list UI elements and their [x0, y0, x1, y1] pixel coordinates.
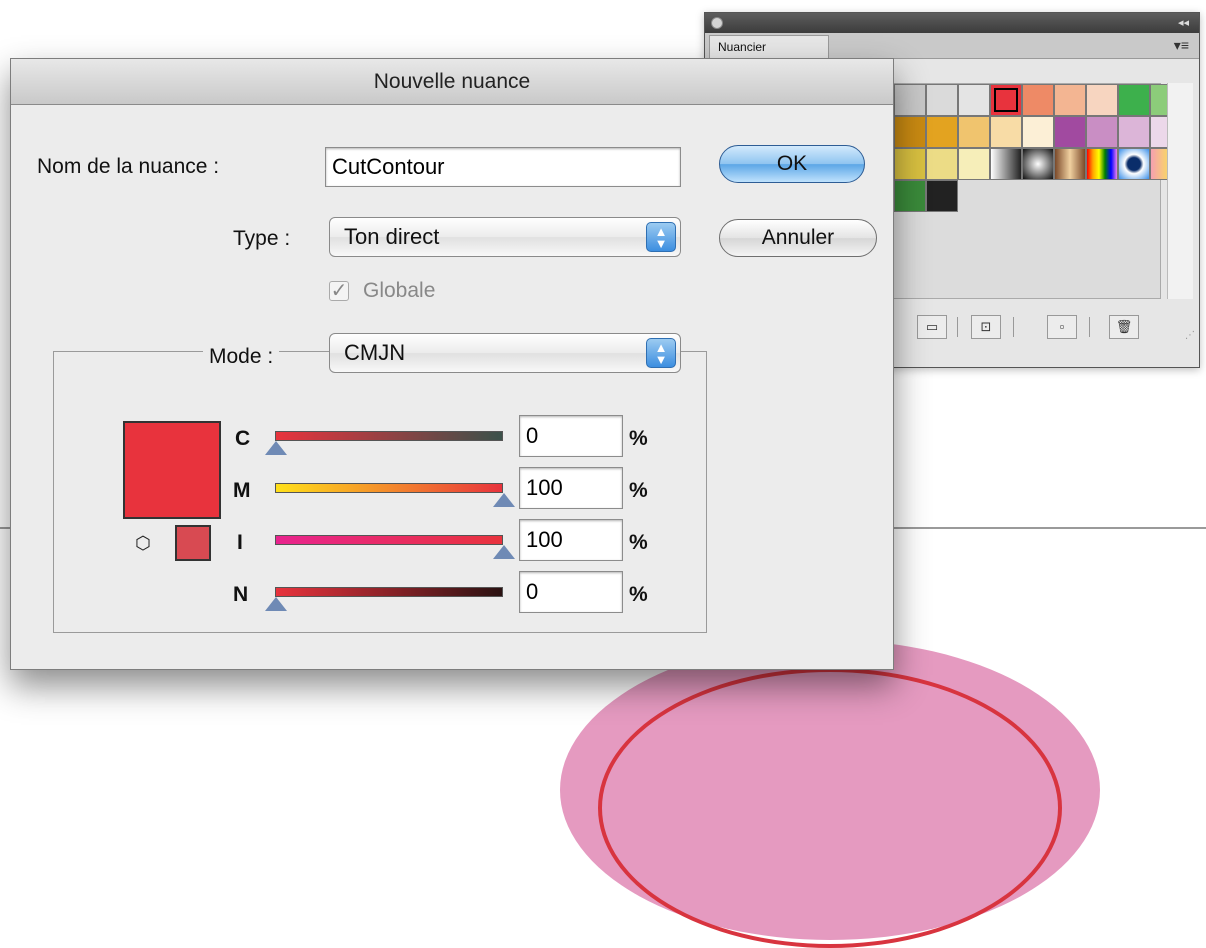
type-select[interactable]: Ton direct ▲ ▼ — [329, 217, 681, 257]
updown-arrow-icon: ▲ ▼ — [646, 222, 676, 252]
tab-swatches[interactable]: Nuancier — [709, 35, 829, 59]
black-value-input[interactable] — [519, 571, 623, 613]
swatch-name-label: Nom de la nuance : — [37, 155, 220, 178]
swatch[interactable] — [1118, 84, 1150, 116]
magenta-slider-track[interactable] — [275, 483, 503, 493]
black-percent-label: % — [629, 583, 648, 606]
swatch[interactable] — [1118, 116, 1150, 148]
global-checkbox[interactable]: ✓ — [329, 281, 349, 301]
swatch[interactable] — [926, 148, 958, 180]
panel-tab-row: Nuancier ▾≡ — [705, 33, 1199, 59]
panel-titlebar[interactable]: ◂◂ — [705, 13, 1199, 33]
swatch[interactable] — [894, 116, 926, 148]
swatch[interactable] — [894, 148, 926, 180]
swatch[interactable] — [1022, 148, 1054, 180]
swatch[interactable] — [1054, 84, 1086, 116]
swatch[interactable] — [990, 148, 1022, 180]
swatch[interactable] — [958, 84, 990, 116]
divider — [957, 317, 958, 337]
type-select-value: Ton direct — [344, 224, 440, 249]
magenta-percent-label: % — [629, 479, 648, 502]
yellow-percent-label: % — [629, 531, 648, 554]
swatch[interactable] — [1086, 116, 1118, 148]
swatch[interactable] — [958, 116, 990, 148]
mode-select-value: CMJN — [344, 340, 406, 365]
yellow-slider-thumb[interactable] — [493, 545, 515, 559]
swatch[interactable] — [1118, 148, 1150, 180]
out-of-web-gamut-cube-icon[interactable]: ⬡ — [135, 533, 151, 554]
global-label: Globale — [363, 279, 436, 302]
double-arrow-icon[interactable]: ◂◂ — [1178, 16, 1189, 29]
panel-close-icon[interactable] — [711, 17, 723, 29]
dialog-title: Nouvelle nuance — [11, 59, 893, 105]
cyan-slider-thumb[interactable] — [265, 441, 287, 455]
tab-swatches-label: Nuancier — [718, 40, 767, 54]
new-swatch-icon[interactable]: ▫ — [1047, 315, 1077, 339]
cyan-percent-label: % — [629, 427, 648, 450]
cyan-slider-track[interactable] — [275, 431, 503, 441]
swatch[interactable] — [1054, 116, 1086, 148]
swatch[interactable] — [894, 84, 926, 116]
magenta-value-input[interactable] — [519, 467, 623, 509]
magenta-slider-thumb[interactable] — [493, 493, 515, 507]
new-color-group-icon[interactable]: ⊡ — [971, 315, 1001, 339]
divider — [1089, 317, 1090, 337]
swatch[interactable] — [1022, 84, 1054, 116]
new-swatch-dialog: Nouvelle nuance Nom de la nuance : OK An… — [10, 58, 894, 670]
swatch[interactable] — [990, 84, 1022, 116]
panel-scrollbar[interactable] — [1167, 83, 1193, 299]
swatch[interactable] — [1054, 148, 1086, 180]
swatch[interactable] — [1086, 84, 1118, 116]
swatch[interactable] — [926, 180, 958, 212]
panel-menu-icon[interactable]: ▾≡ — [1174, 37, 1189, 54]
yellow-label: I — [237, 531, 243, 554]
swatch[interactable] — [1022, 116, 1054, 148]
resize-grip-icon[interactable]: ⋰ — [1185, 330, 1195, 341]
black-slider-track[interactable] — [275, 587, 503, 597]
mode-label: Mode : — [203, 345, 280, 369]
black-label: N — [233, 583, 249, 606]
swatch[interactable] — [990, 116, 1022, 148]
trash-icon[interactable]: 🗑 — [1109, 315, 1139, 339]
web-safe-swatch[interactable] — [175, 525, 211, 561]
divider — [1013, 317, 1014, 337]
cyan-value-input[interactable] — [519, 415, 623, 457]
swatch[interactable] — [1086, 148, 1118, 180]
updown-arrow-icon: ▲ ▼ — [646, 338, 676, 368]
yellow-slider-track[interactable] — [275, 535, 503, 545]
swatch[interactable] — [926, 84, 958, 116]
cyan-label: C — [235, 427, 251, 450]
swatch[interactable] — [894, 180, 926, 212]
swatch[interactable] — [926, 116, 958, 148]
ok-button[interactable]: OK — [719, 145, 865, 183]
swatch[interactable] — [958, 148, 990, 180]
swatch-grid — [894, 84, 1182, 212]
cancel-button[interactable]: Annuler — [719, 219, 877, 257]
magenta-label: M — [233, 479, 251, 502]
black-slider-thumb[interactable] — [265, 597, 287, 611]
type-label: Type : — [233, 227, 291, 250]
red-contour-path — [598, 668, 1062, 948]
color-preview-swatch — [123, 421, 221, 519]
yellow-value-input[interactable] — [519, 519, 623, 561]
swatch-options-icon[interactable]: ▭ — [917, 315, 947, 339]
mode-select[interactable]: CMJN ▲ ▼ — [329, 333, 681, 373]
swatch-name-input[interactable] — [325, 147, 681, 187]
